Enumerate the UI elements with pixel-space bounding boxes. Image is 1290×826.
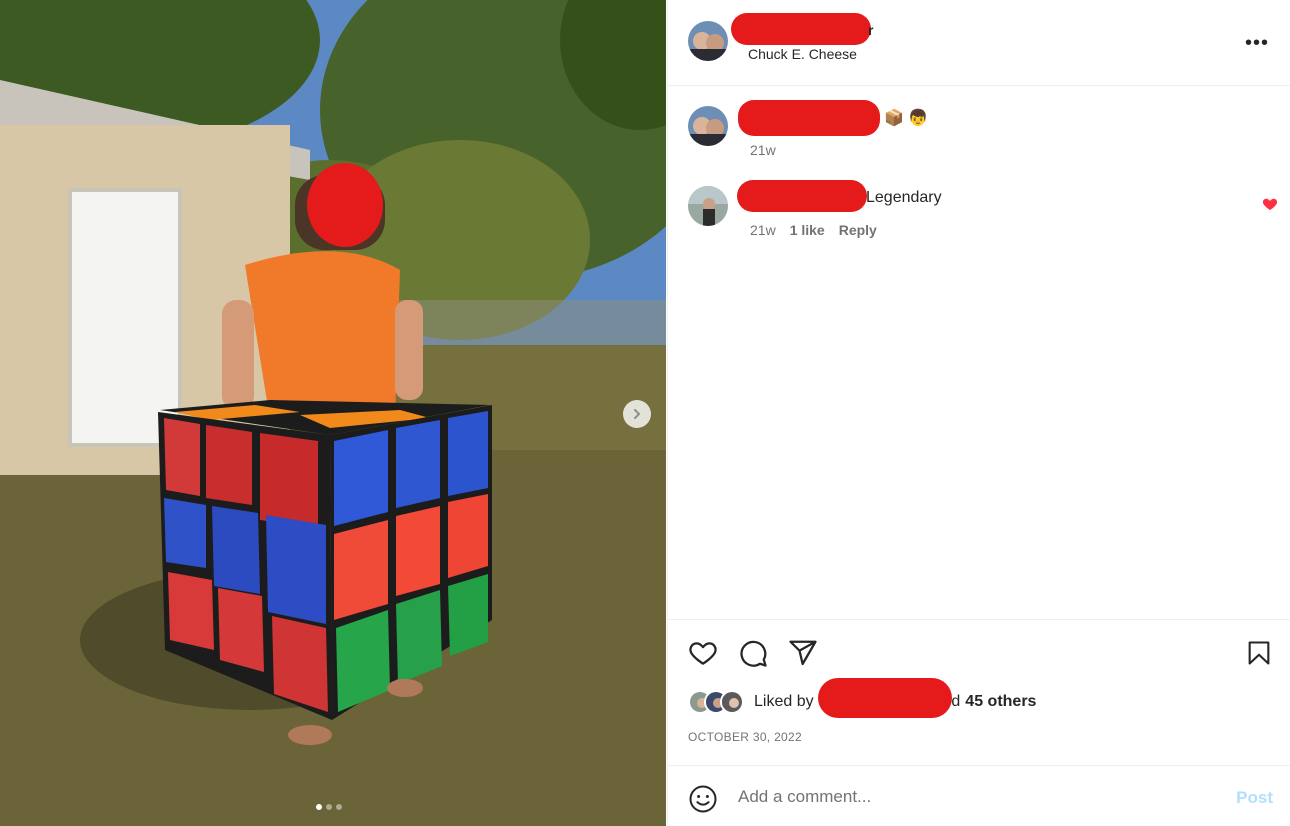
post-location[interactable]: Chuck E. Cheese bbox=[748, 46, 857, 62]
post-actions: Liked by and 45 others OCTOBER 30, 2022 bbox=[668, 619, 1290, 765]
liker-avatar bbox=[720, 690, 744, 714]
comment-reply-button[interactable]: Reply bbox=[839, 222, 877, 238]
comment-time: 21w bbox=[750, 142, 776, 158]
heart-icon[interactable] bbox=[688, 638, 718, 668]
comment-emoji: 📦 👦 bbox=[884, 110, 929, 127]
avatar-photo bbox=[688, 106, 728, 146]
likes-count-link[interactable]: 45 others bbox=[965, 693, 1036, 711]
liked-by-label: Liked by bbox=[754, 693, 814, 710]
post-header: r Chuck E. Cheese ••• bbox=[668, 0, 1290, 86]
comment-time: 21w bbox=[750, 222, 776, 238]
redacted-username bbox=[731, 13, 871, 45]
comment-like-count[interactable]: 1 like bbox=[790, 222, 825, 238]
chevron-right-icon bbox=[634, 409, 641, 419]
avatar-photo bbox=[688, 21, 728, 61]
carousel-next-button[interactable] bbox=[623, 400, 651, 428]
carousel-indicator bbox=[316, 804, 342, 810]
redacted-liker-name bbox=[818, 678, 952, 718]
commenter-avatar[interactable] bbox=[688, 106, 728, 146]
carousel-dot bbox=[336, 804, 342, 810]
redacted-username bbox=[737, 180, 867, 212]
avatar-photo bbox=[688, 186, 728, 226]
comment-item: 📦 👦 21w bbox=[688, 100, 1278, 166]
comment-meta: 21w bbox=[750, 142, 776, 158]
emoji-icon[interactable] bbox=[688, 784, 718, 814]
post-date[interactable]: OCTOBER 30, 2022 bbox=[688, 730, 802, 744]
bookmark-icon[interactable] bbox=[1245, 638, 1273, 668]
heart-filled-icon[interactable] bbox=[1262, 196, 1278, 212]
carousel-dot bbox=[326, 804, 332, 810]
post-comment-button[interactable]: Post bbox=[1236, 788, 1273, 808]
comment-input[interactable] bbox=[738, 784, 1198, 810]
comment-text: Legendary bbox=[866, 189, 942, 206]
more-options-button[interactable]: ••• bbox=[1245, 32, 1269, 55]
commenter-avatar[interactable] bbox=[688, 186, 728, 226]
redacted-username bbox=[738, 100, 880, 136]
photo-scene bbox=[0, 0, 666, 826]
post-panel: r Chuck E. Cheese ••• 📦 👦 21w Legendary … bbox=[667, 0, 1290, 826]
comment-icon[interactable] bbox=[738, 638, 768, 668]
carousel-dot-active bbox=[316, 804, 322, 810]
share-icon[interactable] bbox=[788, 638, 818, 668]
author-avatar[interactable] bbox=[688, 21, 728, 61]
comment-composer: Post bbox=[668, 765, 1290, 826]
author-username-tail[interactable]: r bbox=[868, 22, 873, 38]
post-photo bbox=[0, 0, 666, 826]
comment-meta: 21w 1 like Reply bbox=[750, 222, 877, 238]
comment-item: Legendary 21w 1 like Reply bbox=[688, 180, 1278, 246]
